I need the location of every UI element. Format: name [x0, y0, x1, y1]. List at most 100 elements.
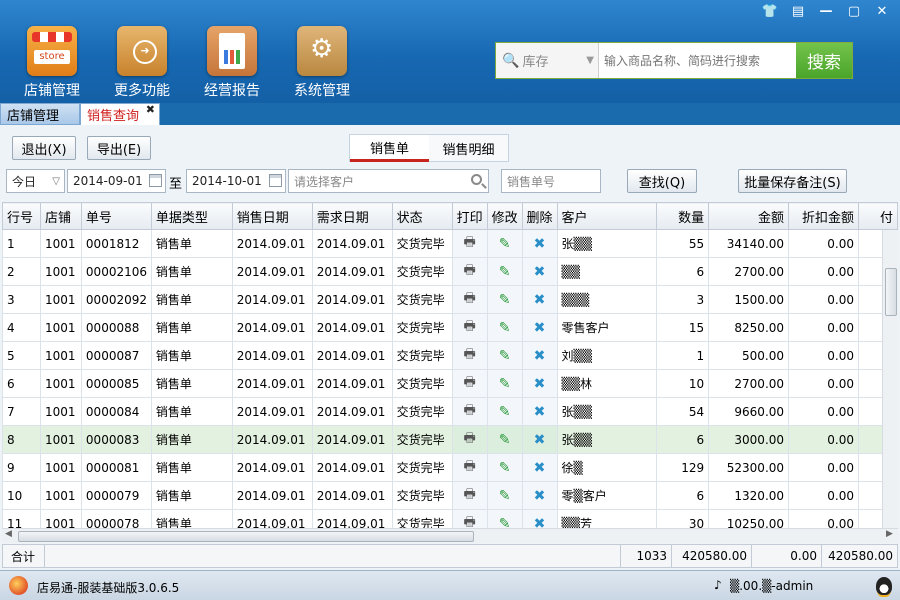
delete-icon[interactable]: ✖ — [534, 460, 546, 476]
column-header[interactable]: 行号 — [2, 202, 41, 230]
delete-icon[interactable]: ✖ — [534, 292, 546, 308]
column-header[interactable]: 单据类型 — [150, 202, 233, 230]
edit-icon[interactable]: ✎ — [499, 348, 511, 364]
delete-icon[interactable]: ✖ — [534, 264, 546, 280]
delete-icon[interactable]: ✖ — [534, 236, 546, 252]
exit-button[interactable]: 退出(X) — [12, 136, 76, 160]
column-header[interactable]: 状态 — [391, 202, 453, 230]
delete-icon[interactable]: ✖ — [534, 516, 546, 529]
period-select[interactable]: 今日 ▽ — [6, 169, 65, 193]
edit-icon[interactable]: ✎ — [499, 264, 511, 280]
tab-label: 销售查询 — [87, 109, 140, 124]
close-tab-icon[interactable]: ✖ — [146, 103, 155, 116]
column-header[interactable]: 折扣金额 — [788, 202, 859, 230]
column-header[interactable]: 销售日期 — [231, 202, 313, 230]
close-button[interactable]: ✕ — [868, 2, 896, 20]
required-date-cell: 2014.09.01 — [311, 425, 393, 454]
edit-icon[interactable]: ✎ — [499, 292, 511, 308]
customer-field[interactable]: 请选择客户 — [288, 169, 489, 193]
edit-icon[interactable]: ✎ — [499, 376, 511, 392]
edit-icon[interactable]: ✎ — [499, 516, 511, 529]
edit-icon[interactable]: ✎ — [499, 488, 511, 504]
menu-icon[interactable]: ▤ — [784, 2, 812, 20]
search-input[interactable] — [599, 43, 796, 78]
column-header[interactable]: 数量 — [656, 202, 710, 230]
table-row[interactable]: 5 1001 0000087 销售单 2014.09.01 2014.09.01 交货完毕 🖶… — [2, 341, 898, 370]
column-header[interactable]: 单号 — [80, 202, 152, 230]
table-row[interactable]: 6 1001 0000085 销售单 2014.09.01 2014.09.01 交货完毕 🖶… — [2, 369, 898, 398]
print-icon[interactable]: 🖶 — [463, 235, 475, 250]
edit-icon[interactable]: ✎ — [499, 236, 511, 252]
calendar-icon[interactable] — [149, 174, 162, 187]
horizontal-scrollbar[interactable]: ◀ ▶ — [2, 528, 898, 543]
print-icon[interactable]: 🖶 — [463, 291, 475, 306]
table-row[interactable]: 7 1001 0000084 销售单 2014.09.01 2014.09.01 交货完毕 🖶… — [2, 397, 898, 426]
print-icon[interactable]: 🖶 — [463, 319, 475, 334]
date-from-field[interactable]: 2014-09-01 — [67, 169, 166, 193]
to-label: 至 — [169, 177, 183, 192]
nav-business-report[interactable]: 经营报告 — [192, 26, 272, 100]
column-header[interactable]: 金额 — [708, 202, 790, 230]
table-row[interactable]: 1 1001 0001812 销售单 2014.09.01 2014.09.01 交货完毕 🖶… — [2, 229, 898, 258]
batch-save-notes-button[interactable]: 批量保存备注(S) — [738, 169, 847, 193]
delete-icon[interactable]: ✖ — [534, 320, 546, 336]
tab-store-management[interactable]: 店铺管理 — [0, 103, 80, 125]
column-header[interactable]: 店铺 — [39, 202, 82, 230]
print-icon[interactable]: 🖶 — [463, 403, 475, 418]
order-number-cell: 0000083 — [80, 425, 152, 454]
tab-sales-orders[interactable]: 销售单 — [350, 135, 429, 162]
scroll-right-icon[interactable]: ▶ — [886, 529, 893, 539]
vertical-scrollbar[interactable] — [882, 230, 898, 528]
order-number-field[interactable]: 销售单号 — [501, 169, 601, 193]
column-header[interactable]: 付 — [857, 202, 898, 230]
column-header[interactable]: 删除 — [521, 202, 558, 230]
nav-store-management[interactable]: 店铺管理 — [12, 26, 92, 100]
scrollbar-thumb[interactable] — [18, 531, 474, 542]
delete-icon[interactable]: ✖ — [534, 376, 546, 392]
print-icon[interactable]: 🖶 — [463, 431, 475, 446]
column-header[interactable]: 客户 — [556, 202, 658, 230]
table-row[interactable]: 2 1001 00002106 销售单 2014.09.01 2014.09.01 交货完毕… — [2, 257, 898, 286]
search-icon[interactable] — [471, 174, 482, 185]
qq-icon[interactable] — [876, 577, 892, 595]
column-header[interactable]: 修改 — [486, 202, 523, 230]
edit-icon[interactable]: ✎ — [499, 460, 511, 476]
nav-system-management[interactable]: 系统管理 — [282, 26, 362, 100]
delete-icon[interactable]: ✖ — [534, 488, 546, 504]
table-row[interactable]: 4 1001 0000088 销售单 2014.09.01 2014.09.01 交货完毕 🖶… — [2, 313, 898, 342]
export-button[interactable]: 导出(E) — [87, 136, 151, 160]
maximize-button[interactable]: ▢ — [840, 2, 868, 20]
delete-icon[interactable]: ✖ — [534, 348, 546, 364]
find-button[interactable]: 查找(Q) — [627, 169, 697, 193]
table-row[interactable]: 10 1001 0000079 销售单 2014.09.01 2014.09.01 交货完毕… — [2, 481, 898, 510]
scrollbar-thumb[interactable] — [885, 268, 897, 316]
date-to-field[interactable]: 2014-10-01 — [186, 169, 286, 193]
print-icon[interactable]: 🖶 — [463, 515, 475, 529]
tab-sales-details[interactable]: 销售明细 — [429, 135, 508, 162]
skin-icon[interactable]: 👕 — [756, 2, 784, 20]
tab-sales-query[interactable]: 销售查询 ✖ — [80, 103, 160, 125]
minimize-button[interactable]: — — [812, 2, 840, 20]
delete-icon[interactable]: ✖ — [534, 404, 546, 420]
column-header[interactable]: 打印 — [451, 202, 488, 230]
edit-icon[interactable]: ✎ — [499, 320, 511, 336]
print-icon[interactable]: 🖶 — [463, 459, 475, 474]
print-icon[interactable]: 🖶 — [463, 347, 475, 362]
print-icon[interactable]: 🖶 — [463, 375, 475, 390]
scroll-left-icon[interactable]: ◀ — [5, 529, 12, 539]
table-row[interactable]: 9 1001 0000081 销售单 2014.09.01 2014.09.01 交货完毕 🖶… — [2, 453, 898, 482]
table-row[interactable]: 8 1001 0000083 销售单 2014.09.01 2014.09.01 交货完毕 🖶… — [2, 425, 898, 454]
table-row[interactable]: 3 1001 00002092 销售单 2014.09.01 2014.09.01 交货完毕… — [2, 285, 898, 314]
print-icon[interactable]: 🖶 — [463, 263, 475, 278]
edit-icon[interactable]: ✎ — [499, 432, 511, 448]
column-header[interactable]: 需求日期 — [311, 202, 393, 230]
top-banner: 👕 ▤ — ▢ ✕ 店铺管理 更多功能 经营报告 系统管理 🔍 库存 ▼ 搜索 — [0, 0, 900, 103]
print-icon[interactable]: 🖶 — [463, 487, 475, 502]
search-category-select[interactable]: 🔍 库存 ▼ — [496, 43, 599, 78]
nav-more-functions[interactable]: 更多功能 — [102, 26, 182, 100]
search-button[interactable]: 搜索 — [796, 43, 852, 78]
delete-icon[interactable]: ✖ — [534, 432, 546, 448]
table-row[interactable]: 11 1001 0000078 销售单 2014.09.01 2014.09.01 交货完毕… — [2, 509, 898, 529]
calendar-icon[interactable] — [269, 174, 282, 187]
edit-icon[interactable]: ✎ — [499, 404, 511, 420]
